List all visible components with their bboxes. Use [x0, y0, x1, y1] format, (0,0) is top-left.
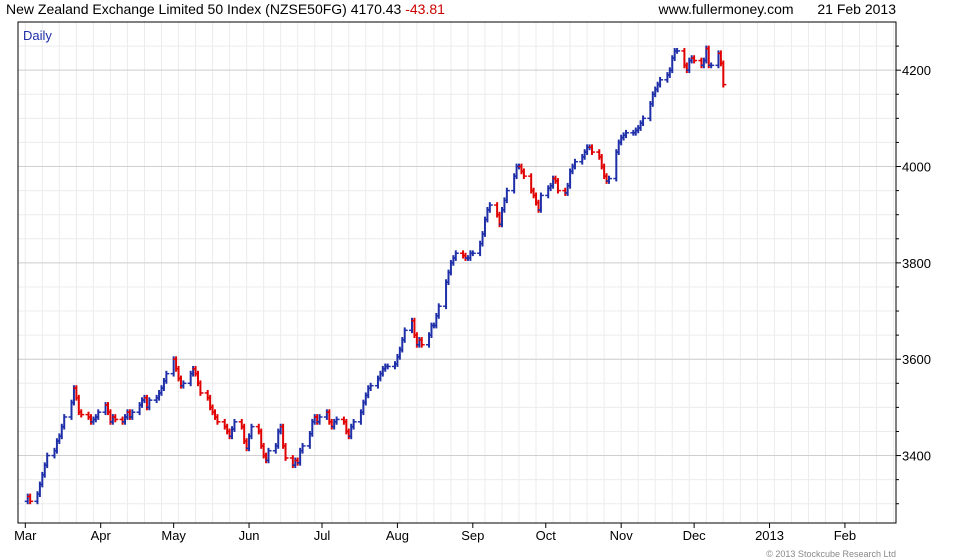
x-tick-label: Feb [834, 528, 856, 543]
ohlc-chart: 3400 3600 3800 4000 4200 Mar Apr May Jun Jul Aug Se… [14, 21, 931, 543]
x-tick-label: Aug [386, 528, 409, 543]
x-tick-label: Jun [239, 528, 260, 543]
price-bar [554, 178, 561, 194]
x-axis: Mar Apr May Jun Jul Aug Sep Oct Nov Dec 2013 Feb [14, 523, 856, 543]
period-label: Daily [23, 28, 52, 43]
x-tick-label: Sep [461, 528, 484, 543]
copyright-notice: © 2013 Stockcube Research Ltd [766, 549, 896, 559]
y-tick-label: 3800 [902, 256, 931, 271]
x-tick-label: Nov [610, 528, 634, 543]
grid-lines [18, 22, 896, 523]
y-tick-label: 4200 [902, 63, 931, 78]
y-tick-label: 4000 [902, 160, 931, 175]
x-tick-label: Oct [536, 528, 557, 543]
x-tick-label: Dec [683, 528, 707, 543]
y-axis: 3400 3600 3800 4000 4200 [896, 45, 931, 505]
y-tick-label: 3600 [902, 352, 931, 367]
price-bar [44, 452, 51, 469]
x-tick-label: Mar [14, 528, 37, 543]
price-bar [503, 187, 510, 204]
price-bar [282, 443, 289, 461]
price-bar [61, 414, 68, 430]
x-tick-label: May [161, 528, 186, 543]
price-bar [197, 380, 204, 396]
x-tick-label: Jul [314, 528, 331, 543]
y-tick-label: 3400 [902, 449, 931, 464]
x-tick-label: 2013 [755, 528, 784, 543]
plot-border [17, 21, 897, 524]
x-tick-label: Apr [91, 528, 112, 543]
